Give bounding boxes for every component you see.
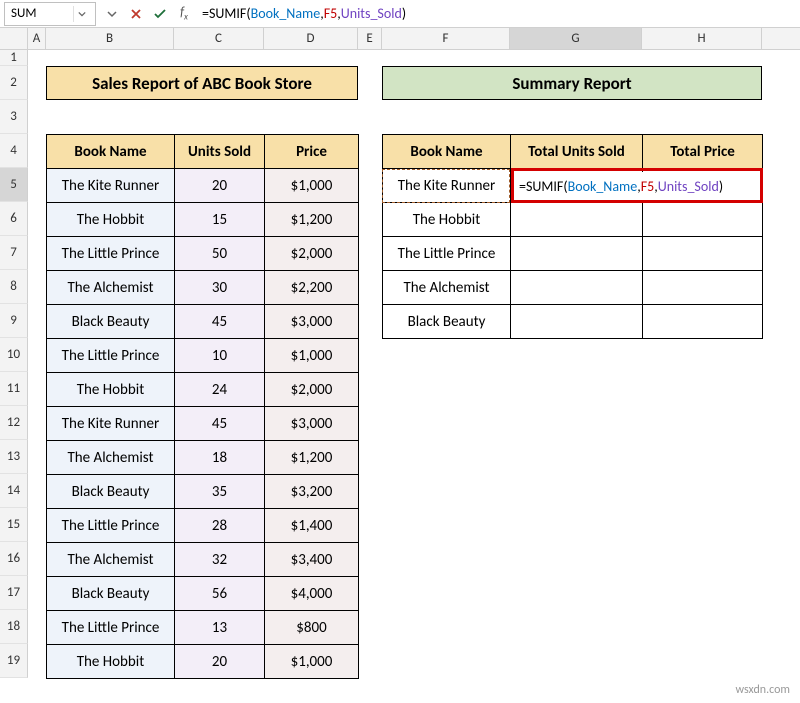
- col-header-H[interactable]: H: [642, 28, 762, 49]
- row-header-3[interactable]: 3: [0, 100, 28, 134]
- formula-bar: SUM fx =SUMIF(Book_Name,F5,Units_Sold): [0, 0, 800, 28]
- table-row: The Alchemist: [383, 271, 763, 305]
- table-row: The Little Prince: [383, 237, 763, 271]
- th-total-units[interactable]: Total Units Sold: [511, 135, 643, 169]
- table-row: The Alchemist18$1,200: [47, 441, 359, 475]
- sales-table: Book Name Units Sold Price The Kite Runn…: [46, 134, 359, 679]
- th-total-price[interactable]: Total Price: [643, 135, 763, 169]
- row-header-7[interactable]: 7: [0, 236, 28, 270]
- table-row: The Kite Runner20$1,000: [47, 169, 359, 203]
- row-header-5[interactable]: 5: [0, 168, 28, 202]
- col-header-E[interactable]: E: [358, 28, 382, 49]
- insert-function-dropdown-icon[interactable]: [100, 2, 124, 26]
- grid-area: 1 2 3 4 5 6 7 8 9 10 11 12 13 14 15 16 1…: [0, 50, 800, 678]
- table-row: Black Beauty35$3,200: [47, 475, 359, 509]
- table-row: The Hobbit24$2,000: [47, 373, 359, 407]
- row-header-12[interactable]: 12: [0, 406, 28, 440]
- row-header-4[interactable]: 4: [0, 134, 28, 168]
- table-row: Black Beauty: [383, 305, 763, 339]
- cancel-icon[interactable]: [124, 2, 148, 26]
- table-row: The Little Prince13$800: [47, 611, 359, 645]
- th-price[interactable]: Price: [265, 135, 359, 169]
- col-header-D[interactable]: D: [264, 28, 358, 49]
- row-header-18[interactable]: 18: [0, 610, 28, 644]
- table-row: The Hobbit20$1,000: [47, 645, 359, 679]
- title-summary-report: Summary Report: [382, 66, 762, 100]
- th-book-name-2[interactable]: Book Name: [383, 135, 511, 169]
- table-row: The Alchemist32$3,400: [47, 543, 359, 577]
- formula-input[interactable]: =SUMIF(Book_Name,F5,Units_Sold): [196, 2, 800, 26]
- row-header-2[interactable]: 2: [0, 66, 28, 100]
- row-header-9[interactable]: 9: [0, 304, 28, 338]
- column-header-row: A B C D E F G H: [0, 28, 800, 50]
- row-header-13[interactable]: 13: [0, 440, 28, 474]
- th-units-sold[interactable]: Units Sold: [175, 135, 265, 169]
- table-row: The Hobbit15$1,200: [47, 203, 359, 237]
- row-header-17[interactable]: 17: [0, 576, 28, 610]
- table-header-row: Book Name Total Units Sold Total Price: [383, 135, 763, 169]
- th-book-name[interactable]: Book Name: [47, 135, 175, 169]
- row-header-6[interactable]: 6: [0, 202, 28, 236]
- table-row: The Hobbit: [383, 203, 763, 237]
- table-row: The Little Prince50$2,000: [47, 237, 359, 271]
- table-row: The Kite Runner45$3,000: [47, 407, 359, 441]
- row-header-16[interactable]: 16: [0, 542, 28, 576]
- col-header-G[interactable]: G: [510, 28, 642, 49]
- table-row: The Little Prince10$1,000: [47, 339, 359, 373]
- name-box[interactable]: SUM: [4, 2, 96, 26]
- row-header-1[interactable]: 1: [0, 50, 28, 66]
- row-header-8[interactable]: 8: [0, 270, 28, 304]
- cell-edit-overlay[interactable]: =SUMIF(Book_Name,F5,Units_Sold): [515, 172, 723, 200]
- name-box-value: SUM: [11, 6, 36, 21]
- table-row: The Little Prince28$1,400: [47, 509, 359, 543]
- enter-icon[interactable]: [148, 2, 172, 26]
- summary-table: Book Name Total Units Sold Total Price T…: [382, 134, 763, 339]
- table-row: Black Beauty45$3,000: [47, 305, 359, 339]
- row-header-14[interactable]: 14: [0, 474, 28, 508]
- row-header-column: 1 2 3 4 5 6 7 8 9 10 11 12 13 14 15 16 1…: [0, 50, 28, 678]
- select-all-corner[interactable]: [0, 28, 28, 49]
- col-header-B[interactable]: B: [46, 28, 174, 49]
- row-header-10[interactable]: 10: [0, 338, 28, 372]
- name-box-dropdown-icon[interactable]: [73, 6, 89, 22]
- table-row: Black Beauty56$4,000: [47, 577, 359, 611]
- watermark: wsxdn.com: [735, 683, 790, 697]
- table-header-row: Book Name Units Sold Price: [47, 135, 359, 169]
- row-header-19[interactable]: 19: [0, 644, 28, 678]
- title-sales-report: Sales Report of ABC Book Store: [46, 66, 358, 100]
- col-header-C[interactable]: C: [174, 28, 264, 49]
- col-header-A[interactable]: A: [28, 28, 46, 49]
- col-header-F[interactable]: F: [382, 28, 510, 49]
- row-header-11[interactable]: 11: [0, 372, 28, 406]
- sheet[interactable]: Sales Report of ABC Book Store Summary R…: [28, 50, 800, 678]
- table-row: The Alchemist30$2,200: [47, 271, 359, 305]
- fx-icon[interactable]: fx: [172, 2, 196, 26]
- row-header-15[interactable]: 15: [0, 508, 28, 542]
